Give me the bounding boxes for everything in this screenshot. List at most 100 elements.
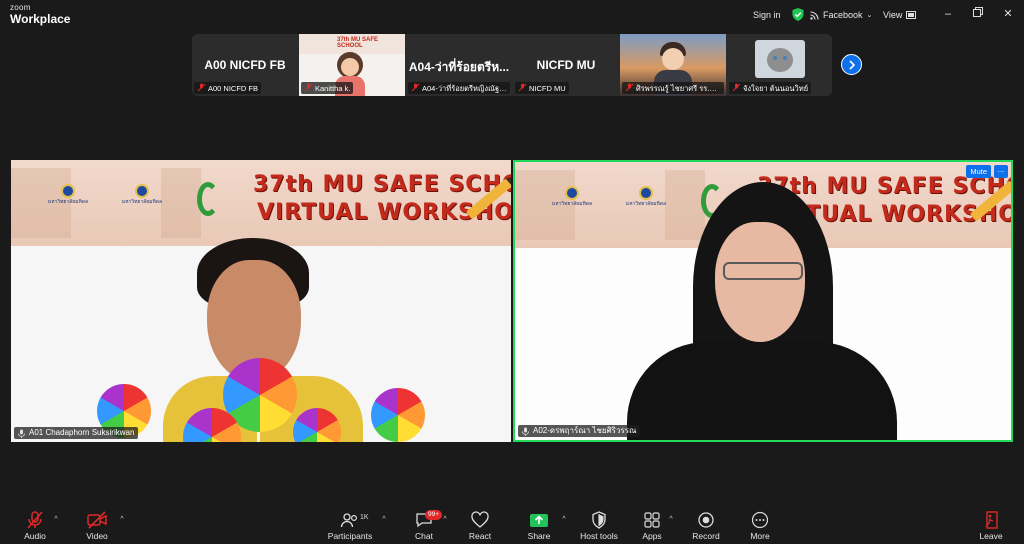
- cartoon-avatar-face: [341, 58, 359, 76]
- banner-title-line1: 37th MU SAFE SCHOOL: [253, 172, 511, 197]
- close-icon[interactable]: ✕: [1001, 7, 1015, 21]
- livestream-icon: [810, 10, 819, 20]
- host-tools-button[interactable]: Host tools: [578, 506, 620, 544]
- cat-eye: [783, 56, 787, 60]
- filmstrip-tile[interactable]: NICFD MU NICFD MU: [513, 34, 619, 96]
- minimize-icon[interactable]: –: [941, 7, 955, 21]
- filmstrip-tile[interactable]: ศิรพรรณรู้ ไชยาศรี รร.บ้าน...: [620, 34, 726, 96]
- video-name-label: A01 Chadaphorn Suksirikwan: [14, 427, 139, 439]
- video-name-text: A01 Chadaphorn Suksirikwan: [29, 428, 135, 437]
- tile-label-text: Kanittha k.: [315, 84, 351, 93]
- speaker-face: [715, 222, 805, 342]
- more-button[interactable]: More: [746, 506, 774, 544]
- muted-mic-icon: [411, 83, 420, 92]
- chat-unread-badge: 99+: [425, 510, 443, 520]
- background-shelf: [161, 168, 201, 238]
- sign-in-link[interactable]: Sign in: [753, 10, 781, 20]
- video-off-icon: [87, 511, 107, 529]
- apps-label: Apps: [642, 531, 662, 541]
- filmstrip-tile[interactable]: A04-ว่าที่ร้อยตรีห... A04-ว่าที่ร้อยตรีห…: [406, 34, 512, 96]
- react-label: React: [468, 531, 492, 541]
- tile-name-big: NICFD MU: [536, 58, 596, 72]
- tile-label-text: A00 NICFD FB: [208, 84, 259, 93]
- mahidol-seal-icon: [61, 184, 75, 198]
- org-logo-text: มหาวิทยาลัยมหิดล: [551, 201, 593, 207]
- tile-name-label: NICFD MU: [515, 82, 569, 94]
- react-button[interactable]: React: [466, 506, 494, 544]
- workshop-banner: มหาวิทยาลัยมหิดล มหาวิทยาลัยมหิดล 37th M…: [11, 160, 511, 246]
- video-tile-right-active-speaker[interactable]: มหาวิทยาลัยมหิดล มหาวิทยาลัยมหิดล 37th M…: [513, 160, 1013, 442]
- leave-door-icon: [985, 511, 998, 529]
- video-tile-left[interactable]: มหาวิทยาลัยมหิดล มหาวิทยาลัยมหิดล 37th M…: [11, 160, 511, 442]
- shield-check-icon[interactable]: [792, 8, 804, 21]
- participants-label: Participants: [327, 531, 373, 541]
- leave-button[interactable]: Leave: [976, 506, 1006, 544]
- muted-mic-icon: [732, 83, 741, 92]
- filmstrip-tile[interactable]: จังใจยา ต้นนอนวิทย์: [727, 34, 832, 96]
- org-logo-text: มหาวิทยาลัยมหิดล: [625, 201, 667, 207]
- apps-icon: [644, 512, 660, 528]
- tile-label-text: NICFD MU: [529, 84, 566, 93]
- avatar-face: [662, 48, 684, 70]
- mute-participant-button[interactable]: Mute: [966, 165, 991, 178]
- muted-mic-icon: [625, 83, 634, 92]
- muted-mic-icon: [304, 83, 313, 92]
- restore-icon[interactable]: [971, 7, 985, 21]
- video-options-caret[interactable]: ^: [118, 516, 126, 524]
- audio-button[interactable]: Audio: [18, 506, 52, 544]
- apps-options-caret[interactable]: ^: [667, 516, 675, 524]
- participant-filmstrip: A00 NICFD FB A00 NICFD FB 37th MU SAFE S…: [192, 34, 832, 96]
- meeting-toolbar: Audio ^ Video ^ Participants 1K ^ Chat 9…: [0, 506, 1024, 544]
- chat-label: Chat: [415, 531, 433, 541]
- org-logo-text: มหาวิทยาลัยมหิดล: [47, 199, 89, 205]
- tile-name-label: A00 NICFD FB: [194, 82, 262, 94]
- tile-label-text: A04-ว่าที่ร้อยตรีหญิงณัฐา...: [422, 84, 510, 93]
- video-button[interactable]: Video: [80, 506, 114, 544]
- brand-big: Workplace: [10, 12, 71, 26]
- tile-label-text: ศิรพรรณรู้ ไชยาศรี รร.บ้าน...: [636, 84, 724, 93]
- video-name-label: A02-ดรพฤาร์ณา ไชยศิริวรรณ: [518, 425, 641, 437]
- view-button[interactable]: View: [883, 10, 917, 20]
- tile-banner-text: 37th MU SAFE SCHOOL: [337, 37, 379, 49]
- record-icon: [698, 512, 714, 528]
- filmstrip-next-button[interactable]: [841, 54, 862, 75]
- audio-options-caret[interactable]: ^: [52, 516, 60, 524]
- video-more-options-button[interactable]: ...: [994, 165, 1008, 178]
- share-screen-icon: [530, 514, 548, 527]
- more-label: More: [750, 531, 770, 541]
- heart-icon: [471, 511, 489, 528]
- facebook-livestream-button[interactable]: Facebook ⌄: [810, 10, 872, 20]
- tile-name-big: A00 NICFD FB: [204, 58, 286, 72]
- org-logo-text: มหาวิทยาลัยมหิดล: [121, 199, 163, 205]
- video-name-text: A02-ดรพฤาร์ณา ไชยศิริวรรณ: [533, 426, 637, 435]
- tile-label-text: จังใจยา ต้นนอนวิทย์: [743, 84, 809, 93]
- tile-name-label: Kanittha k.: [301, 82, 354, 94]
- chevron-right-icon: [848, 59, 855, 70]
- more-dots-icon: [751, 511, 769, 529]
- record-button[interactable]: Record: [690, 506, 722, 544]
- host-tools-label: Host tools: [580, 531, 618, 541]
- mahidol-seal-icon: [135, 184, 149, 198]
- tile-name-label: A04-ว่าที่ร้อยตรีหญิงณัฐา...: [408, 82, 510, 94]
- mahidol-seal-icon: [565, 186, 579, 200]
- tile-banner: 37th MU SAFE SCHOOL: [299, 34, 405, 54]
- filmstrip-tile[interactable]: 37th MU SAFE SCHOOL Kanittha k.: [299, 34, 405, 96]
- participants-icon: [340, 513, 358, 528]
- filmstrip-tile[interactable]: A00 NICFD FB A00 NICFD FB: [192, 34, 298, 96]
- grid-view-icon: [906, 11, 917, 19]
- participants-button[interactable]: Participants: [326, 506, 374, 544]
- facebook-label: Facebook: [823, 10, 863, 20]
- share-options-caret[interactable]: ^: [560, 516, 568, 524]
- audio-label: Audio: [24, 531, 46, 541]
- zoom-window: zoom Workplace Sign in Facebook ⌄ View –…: [0, 0, 1024, 544]
- cat-eye: [773, 56, 777, 60]
- share-button[interactable]: Share: [525, 506, 553, 544]
- background-shelf: [665, 170, 705, 240]
- chat-options-caret[interactable]: ^: [441, 516, 449, 524]
- cat-photo: [755, 40, 805, 78]
- nicfd-logo-icon: [197, 182, 219, 216]
- apps-button[interactable]: Apps: [638, 506, 666, 544]
- participants-count: 1K: [360, 514, 369, 521]
- participants-options-caret[interactable]: ^: [380, 516, 388, 524]
- mahidol-seal-icon: [639, 186, 653, 200]
